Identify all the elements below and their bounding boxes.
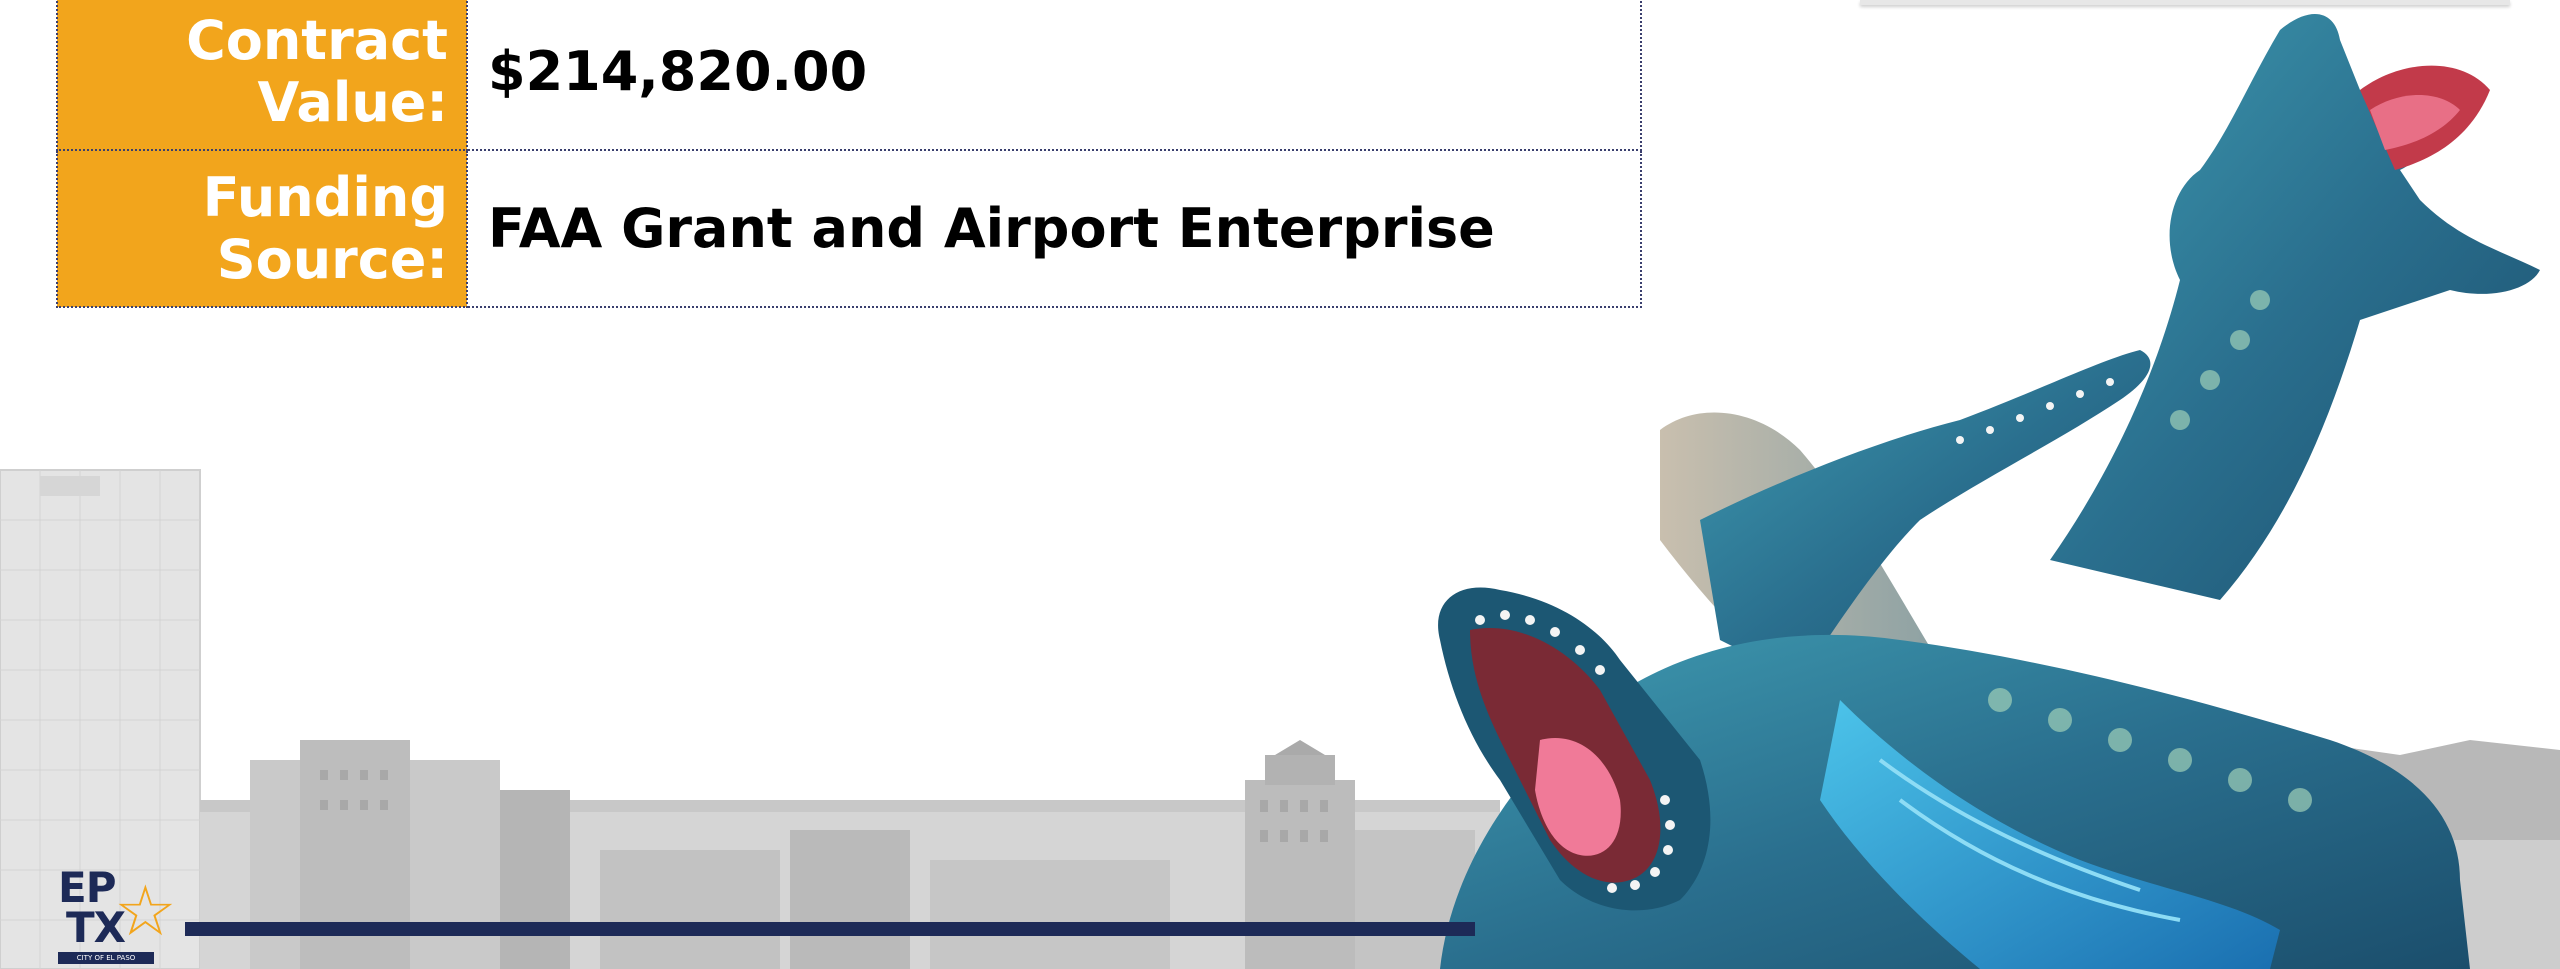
logo-tx-text: TX (66, 903, 126, 952)
alligator-sculpture-image (1438, 13, 2540, 969)
label-line: Value: (257, 70, 448, 134)
funding-source-label: Funding Source: (56, 149, 468, 308)
footer-rule (185, 922, 1475, 936)
label-line: Source: (216, 227, 448, 291)
logo-caption: CITY OF EL PASO (58, 952, 154, 964)
label-line: Funding (202, 165, 448, 229)
city-of-el-paso-logo: ☆ EP TX CITY OF EL PASO (56, 866, 177, 964)
contract-value-label: Contract Value: (56, 0, 468, 151)
label-line: Contract (186, 8, 448, 72)
